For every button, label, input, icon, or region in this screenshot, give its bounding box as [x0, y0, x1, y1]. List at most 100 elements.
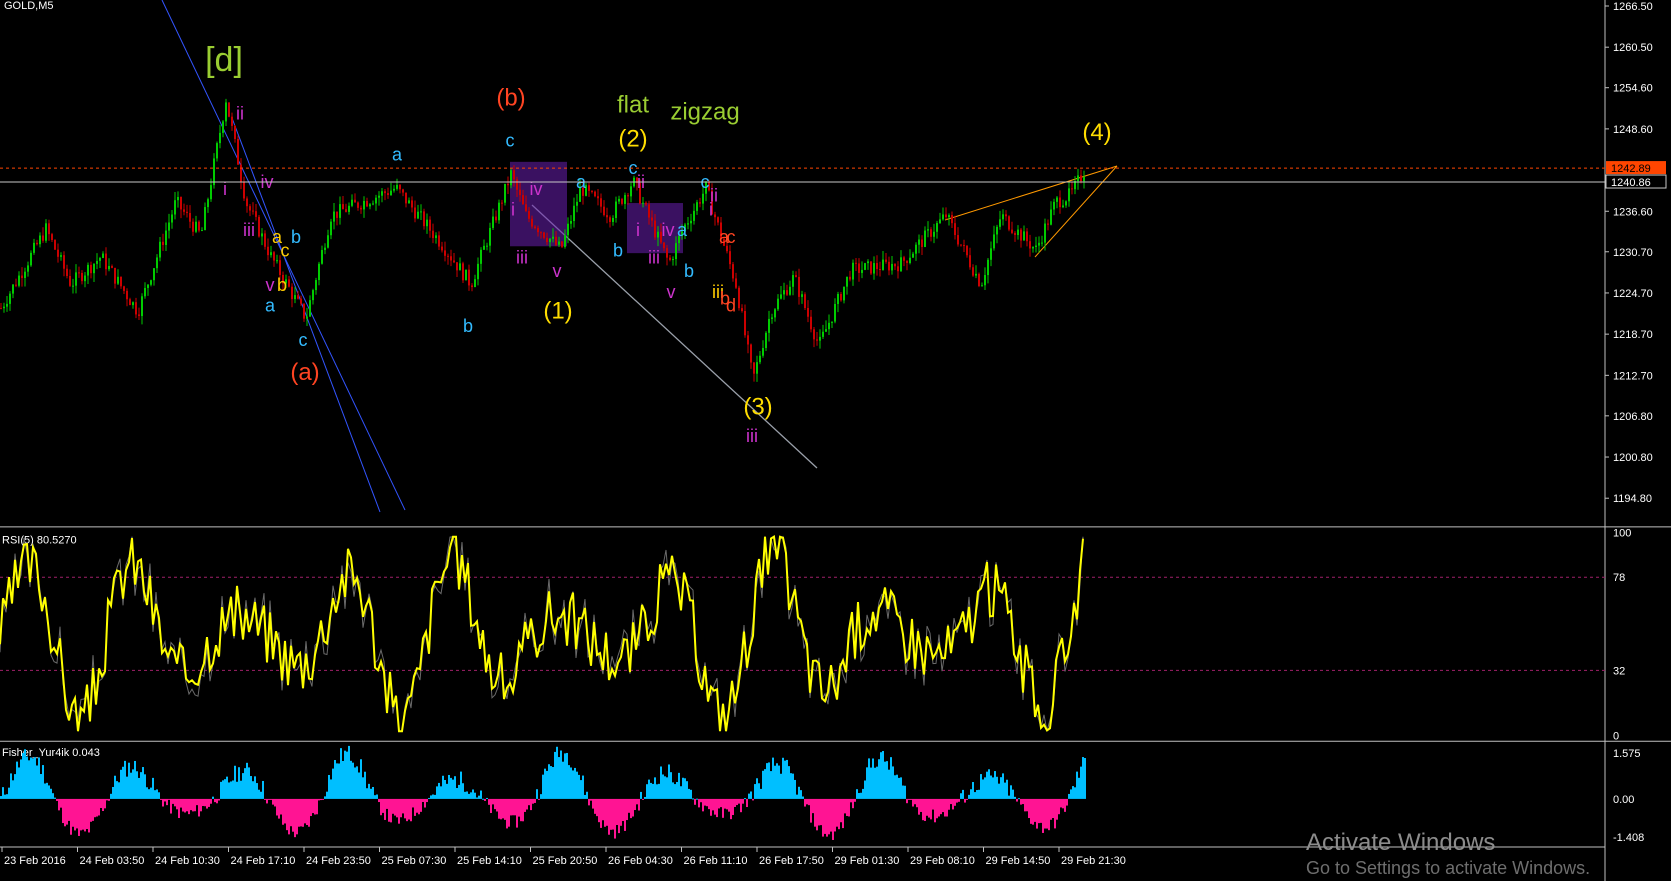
- fisher-bar: [1002, 773, 1004, 799]
- fisher-bar: [492, 798, 494, 805]
- fisher-bar: [770, 771, 772, 799]
- candle-body: [921, 239, 923, 247]
- fisher-bar: [864, 780, 866, 799]
- candle-body: [144, 287, 146, 297]
- candle-body: [615, 201, 617, 219]
- fisher-bar: [46, 782, 48, 799]
- fisher-bar: [636, 798, 638, 805]
- candle-body: [477, 263, 479, 280]
- fisher-bar: [150, 787, 152, 799]
- fisher-bar: [964, 798, 966, 803]
- candle-body: [315, 280, 317, 291]
- candle-body: [675, 243, 677, 260]
- fisher-bar: [520, 798, 522, 822]
- candle-body: [774, 309, 776, 318]
- fisher-bar: [642, 798, 644, 800]
- fisher-bar: [112, 786, 114, 799]
- candle-body: [1032, 246, 1034, 249]
- candle-body: [666, 248, 668, 258]
- fisher-bar: [1054, 798, 1056, 829]
- fisher-bar: [606, 798, 608, 826]
- fisher-bar: [200, 798, 202, 812]
- fisher-bar: [170, 798, 172, 814]
- candle-body: [150, 280, 152, 285]
- candle-body: [192, 221, 194, 232]
- wedge-upper: [944, 165, 1118, 221]
- candle-body: [645, 202, 647, 205]
- time-tick-label: 24 Feb 10:30: [155, 855, 220, 867]
- fisher-bar: [910, 798, 912, 800]
- fisher-bar: [576, 771, 578, 799]
- candle-body: [243, 181, 245, 199]
- candle-body: [744, 310, 746, 336]
- fisher-bar: [868, 758, 870, 799]
- wave-label: iii: [243, 220, 255, 240]
- fisher-bar: [222, 780, 224, 799]
- candle-body: [513, 170, 515, 180]
- fisher-bar: [598, 798, 600, 823]
- fisher-bar: [152, 777, 154, 799]
- wave-label: (a): [290, 359, 319, 386]
- candle-body: [750, 344, 752, 363]
- fisher-bar: [452, 779, 454, 799]
- fisher-bar: [578, 774, 580, 799]
- fisher-bar: [106, 798, 108, 801]
- fisher-bar: [862, 788, 864, 799]
- fisher-bar: [1048, 798, 1050, 831]
- candle-body: [933, 231, 935, 237]
- wave-label: v: [667, 282, 676, 302]
- fisher-bar: [460, 771, 462, 799]
- fisher-bar: [12, 780, 14, 799]
- fisher-bar: [890, 757, 892, 799]
- candle-body: [618, 198, 620, 202]
- time-tick-label: 29 Feb 08:10: [910, 855, 975, 867]
- rsi-tick-label: 0: [1613, 730, 1619, 742]
- candle-body: [768, 318, 770, 333]
- candle-body: [627, 195, 629, 197]
- fisher-bar: [1076, 771, 1078, 799]
- fisher-bar: [994, 771, 996, 799]
- fisher-bar: [726, 798, 728, 810]
- fisher-bar: [816, 798, 818, 831]
- fisher-bar: [114, 775, 116, 799]
- candle-body: [948, 215, 950, 218]
- candle-body: [318, 263, 320, 281]
- fisher-bar: [778, 765, 780, 799]
- candle-body: [201, 230, 203, 232]
- candle-body: [777, 298, 779, 310]
- fisher-bar: [808, 798, 810, 806]
- rsi-tick-label: 32: [1613, 665, 1625, 677]
- fisher-bar: [418, 798, 420, 815]
- time-tick-label: 26 Feb 17:50: [759, 855, 824, 867]
- candle-body: [822, 331, 824, 337]
- candle-body: [519, 189, 521, 196]
- candle-body: [177, 196, 179, 201]
- fisher-bar: [530, 798, 532, 811]
- wave-label: (4): [1082, 119, 1111, 146]
- fisher-bar: [296, 798, 298, 835]
- fisher-bar: [750, 791, 752, 799]
- candle-body: [792, 275, 794, 287]
- wave-label: b: [684, 261, 694, 281]
- fisher-bar: [968, 794, 970, 799]
- fisher-bar: [190, 798, 192, 811]
- candle-body: [894, 263, 896, 267]
- fisher-bar: [432, 794, 434, 799]
- candle-body: [345, 209, 347, 212]
- candle-body: [132, 302, 134, 306]
- price-tick-label: 1218.70: [1613, 329, 1653, 341]
- fisher-bar: [454, 776, 456, 799]
- fisher-bar: [820, 798, 822, 826]
- fisher-bar: [718, 798, 720, 809]
- candle-body: [540, 232, 542, 234]
- fisher-bar: [640, 791, 642, 799]
- candle-body: [480, 249, 482, 264]
- fisher-bar: [712, 798, 714, 811]
- candle-body: [381, 191, 383, 196]
- fisher-bar: [1078, 777, 1080, 799]
- candle-body: [810, 316, 812, 330]
- wave-boxes: [510, 161, 683, 254]
- price-chart[interactable]: [d]iii iviii a bcv bac(a)ab(b)civiiiiv(1)afl…: [0, 0, 1671, 881]
- candle-body: [840, 293, 842, 301]
- fisher-bar: [856, 789, 858, 799]
